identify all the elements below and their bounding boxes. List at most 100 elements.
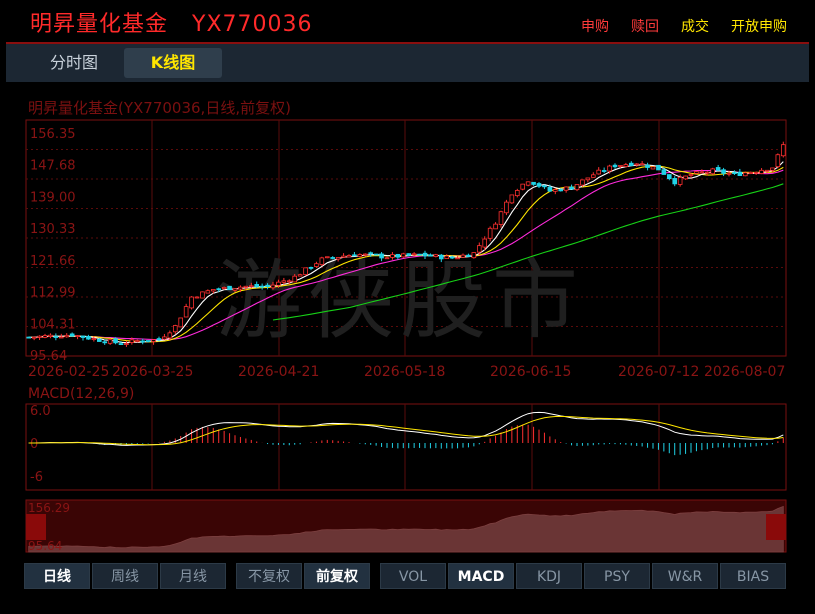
candle-body xyxy=(498,211,504,225)
indicator-vol-button[interactable]: VOL xyxy=(380,563,446,589)
candle-body xyxy=(265,284,270,287)
candle-body xyxy=(373,253,379,256)
candle-body xyxy=(178,317,184,328)
price-tick-label: 156.35 xyxy=(30,127,76,142)
period-day-button[interactable]: 日线 xyxy=(24,563,90,589)
candle-body xyxy=(704,171,710,174)
candle-body xyxy=(742,172,748,177)
candle-body xyxy=(666,174,672,180)
candle-body xyxy=(276,281,281,286)
candle-body xyxy=(145,340,151,342)
candle-body xyxy=(80,335,86,338)
candle-body xyxy=(590,174,596,178)
candle-body xyxy=(31,336,37,339)
indicator-macd-button[interactable]: MACD xyxy=(448,563,514,589)
candle-body xyxy=(536,183,542,187)
candle-body xyxy=(601,170,607,172)
candle-body xyxy=(476,245,482,253)
candle-body xyxy=(248,285,254,288)
overview-min-label: 95.64 xyxy=(28,539,62,553)
candle-body xyxy=(623,164,629,168)
candle-body xyxy=(335,257,341,260)
candle-body xyxy=(314,263,319,267)
candle-body xyxy=(460,254,466,258)
candle-body xyxy=(167,332,173,339)
candle-body xyxy=(259,285,265,288)
candle-body xyxy=(37,335,42,338)
candle-body xyxy=(200,291,205,299)
candle-body xyxy=(368,252,374,255)
candle-body xyxy=(341,255,346,258)
candle-body xyxy=(96,339,102,342)
period-week-button[interactable]: 周线 xyxy=(92,563,158,589)
date-tick-label: 2026-07-12 xyxy=(618,364,699,380)
candle-body xyxy=(547,186,553,192)
date-tick-label: 2026-05-18 xyxy=(364,364,445,380)
candle-body xyxy=(390,254,395,258)
candle-body xyxy=(645,164,650,168)
candle-body xyxy=(42,335,48,338)
candle-body xyxy=(471,252,477,259)
no-adjust-button[interactable]: 不复权 xyxy=(236,563,302,589)
candle-body xyxy=(216,288,222,291)
indicator-kdj-button[interactable]: KDJ xyxy=(516,563,582,589)
candle-body xyxy=(748,171,754,174)
candle-body xyxy=(221,286,227,290)
candle-body xyxy=(759,169,764,174)
candle-body xyxy=(672,178,678,185)
price-tick-label: 139.00 xyxy=(30,190,76,205)
candle-body xyxy=(384,257,390,260)
candle-body xyxy=(48,334,53,337)
date-tick-label: 2026-02-25 xyxy=(28,364,109,380)
macd-tick-label: 6.0 xyxy=(30,404,51,419)
candle-body xyxy=(699,171,705,174)
macd-tick-label: 0 xyxy=(30,437,38,452)
candle-body xyxy=(563,186,569,191)
candle-body xyxy=(466,254,471,257)
candle-body xyxy=(509,194,515,204)
candle-body xyxy=(308,266,314,269)
candle-body xyxy=(134,340,140,343)
period-month-button[interactable]: 月线 xyxy=(160,563,226,589)
price-tick-label: 104.31 xyxy=(30,317,76,332)
candle-body xyxy=(86,335,91,340)
candle-body xyxy=(346,255,352,258)
candle-body xyxy=(395,253,401,258)
candle-body xyxy=(379,253,384,259)
candle-body xyxy=(303,267,308,276)
candle-body xyxy=(281,280,287,283)
candle-body xyxy=(438,254,444,260)
candle-body xyxy=(520,183,526,190)
candle-body xyxy=(69,333,75,337)
candle-body xyxy=(775,154,781,168)
candle-body xyxy=(542,185,547,188)
candle-body xyxy=(357,254,363,257)
candle-body xyxy=(656,164,661,171)
date-tick-label: 2026-06-15 xyxy=(490,364,571,380)
candle-body xyxy=(286,280,292,283)
candle-body xyxy=(444,255,450,259)
candle-body xyxy=(162,336,167,340)
price-tick-label: 95.64 xyxy=(30,349,67,364)
indicator-psy-button[interactable]: PSY xyxy=(584,563,650,589)
candle-body xyxy=(26,336,32,339)
candle-body xyxy=(683,175,688,180)
candle-body xyxy=(487,227,493,239)
candle-body xyxy=(292,275,298,283)
candle-body xyxy=(574,184,580,191)
candle-body xyxy=(694,171,699,174)
candle-body xyxy=(482,238,488,248)
candle-body xyxy=(780,144,786,157)
candle-body xyxy=(531,181,536,185)
candle-body xyxy=(634,163,640,166)
candle-body xyxy=(156,338,162,341)
candle-body xyxy=(422,252,428,257)
forward-adjust-button[interactable]: 前复权 xyxy=(304,563,370,589)
indicator-wr-button[interactable]: W&R xyxy=(652,563,718,589)
candle-body xyxy=(677,177,683,185)
candle-body xyxy=(352,254,357,257)
candle-body xyxy=(205,290,211,294)
candle-body xyxy=(319,257,325,266)
candle-body xyxy=(732,172,737,174)
indicator-bias-button[interactable]: BIAS xyxy=(720,563,786,589)
